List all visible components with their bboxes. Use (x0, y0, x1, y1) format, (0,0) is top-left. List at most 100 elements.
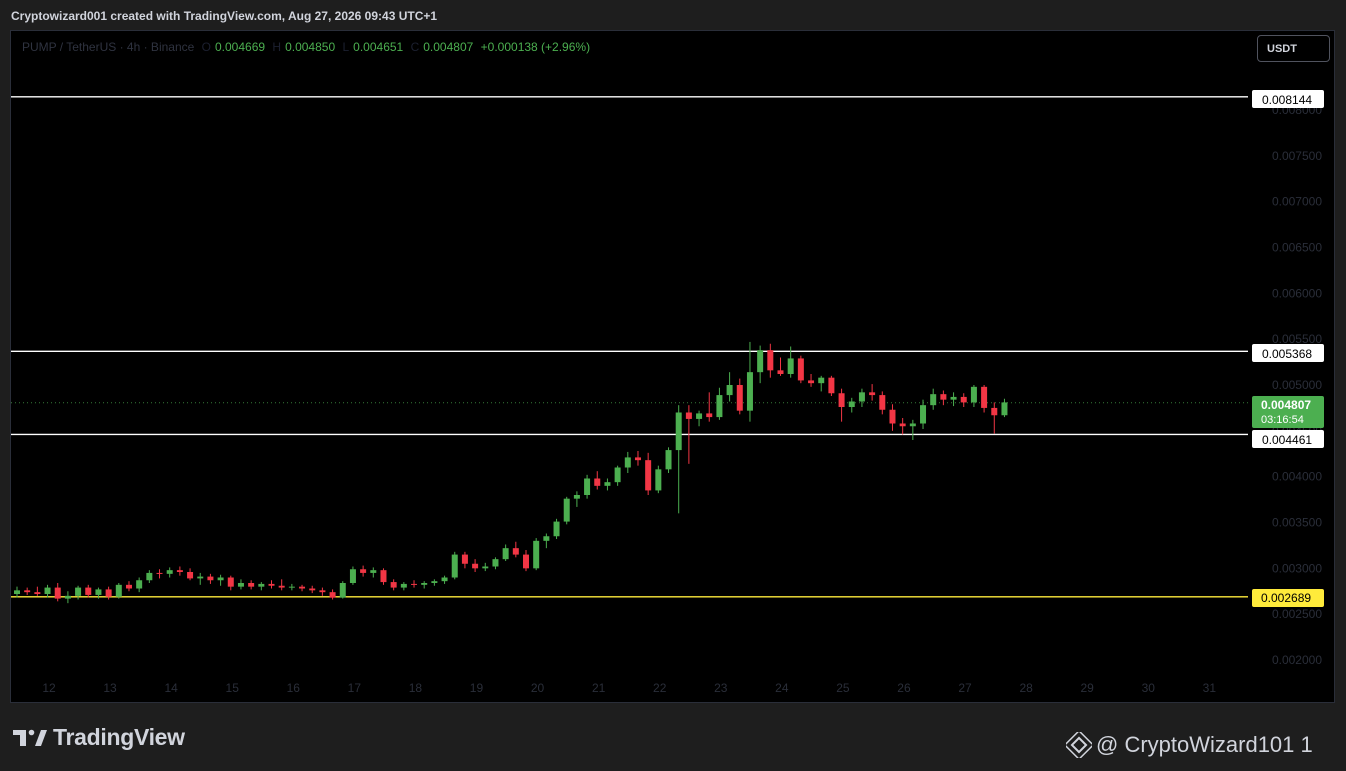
candle[interactable] (838, 388, 845, 422)
candle[interactable] (716, 387, 723, 420)
candle[interactable] (115, 583, 122, 599)
symbol-label[interactable]: PUMP / TetherUS · 4h · Binance (22, 40, 194, 54)
candle[interactable] (441, 575, 448, 584)
candle[interactable] (85, 584, 92, 598)
candle[interactable] (24, 587, 31, 595)
candle[interactable] (166, 567, 173, 578)
candle[interactable] (696, 410, 703, 427)
candle[interactable] (920, 399, 927, 429)
candle[interactable] (624, 451, 631, 473)
price-tag-support-mid: 0.004461 (1252, 430, 1324, 448)
candle[interactable] (400, 582, 407, 591)
candle[interactable] (54, 583, 61, 602)
candle[interactable] (940, 390, 947, 406)
candle[interactable] (523, 550, 529, 572)
candle[interactable] (461, 551, 468, 569)
candle[interactable] (777, 357, 784, 376)
candle[interactable] (380, 568, 387, 585)
candle[interactable] (604, 478, 611, 491)
candle[interactable] (614, 465, 621, 486)
candle[interactable] (187, 568, 194, 581)
candle[interactable] (858, 388, 865, 407)
candle[interactable] (645, 452, 652, 495)
candle[interactable] (899, 418, 906, 435)
candle[interactable] (288, 583, 295, 591)
candle[interactable] (533, 538, 540, 571)
candle[interactable] (675, 405, 682, 514)
candle[interactable] (105, 586, 112, 600)
candle[interactable] (767, 343, 774, 378)
candle[interactable] (563, 496, 570, 525)
candle[interactable] (349, 566, 356, 585)
candle[interactable] (411, 580, 418, 588)
candle[interactable] (553, 518, 560, 539)
candle[interactable] (706, 392, 713, 422)
candle[interactable] (309, 585, 316, 594)
candle[interactable] (573, 491, 580, 507)
candle-body (787, 358, 794, 374)
candle[interactable] (746, 341, 753, 422)
candle[interactable] (981, 385, 988, 413)
candle[interactable] (502, 544, 509, 562)
candle[interactable] (299, 584, 306, 592)
candle[interactable] (339, 581, 346, 599)
candle[interactable] (594, 471, 601, 490)
candle[interactable] (44, 584, 51, 598)
candle[interactable] (248, 580, 255, 590)
candle[interactable] (227, 575, 234, 591)
candle[interactable] (879, 391, 886, 415)
candle[interactable] (329, 589, 336, 600)
candle[interactable] (146, 570, 153, 583)
candle[interactable] (512, 541, 519, 558)
candle[interactable] (237, 579, 244, 590)
candle[interactable] (197, 572, 204, 585)
tradingview-logo[interactable]: TradingView (13, 724, 185, 751)
candle[interactable] (258, 582, 265, 591)
candle[interactable] (268, 580, 275, 589)
candle[interactable] (1001, 398, 1008, 418)
candle[interactable] (991, 402, 998, 434)
candle[interactable] (207, 573, 214, 584)
candle[interactable] (156, 569, 163, 579)
candle[interactable] (828, 375, 835, 396)
candle[interactable] (136, 577, 143, 593)
candle[interactable] (217, 574, 224, 586)
candle[interactable] (278, 579, 285, 591)
candle[interactable] (34, 586, 41, 596)
candle[interactable] (390, 579, 397, 591)
candle[interactable] (869, 384, 876, 401)
candle[interactable] (665, 447, 672, 473)
candle[interactable] (64, 591, 71, 604)
candle[interactable] (431, 579, 438, 586)
candle[interactable] (584, 474, 591, 499)
candle[interactable] (930, 388, 937, 410)
candle[interactable] (634, 451, 641, 466)
candle[interactable] (818, 375, 825, 392)
candle[interactable] (970, 385, 977, 407)
candle[interactable] (482, 562, 489, 572)
candle[interactable] (848, 397, 855, 413)
candle[interactable] (909, 419, 916, 440)
candle[interactable] (726, 372, 733, 402)
candle[interactable] (808, 374, 815, 387)
candle[interactable] (889, 404, 896, 431)
candle[interactable] (543, 533, 550, 549)
candlestick-chart[interactable]: 0.0080000.0075000.0070000.0065000.006000… (0, 0, 1346, 771)
candle[interactable] (797, 355, 804, 384)
candle[interactable] (960, 393, 967, 407)
candle[interactable] (125, 581, 132, 592)
candle[interactable] (319, 587, 326, 596)
candle[interactable] (757, 345, 764, 384)
candle[interactable] (370, 567, 377, 578)
candle[interactable] (736, 378, 743, 415)
candle[interactable] (950, 392, 957, 407)
candle[interactable] (14, 586, 20, 598)
candle[interactable] (360, 565, 367, 577)
candle[interactable] (492, 557, 499, 570)
candle[interactable] (451, 551, 458, 580)
currency-button[interactable]: USDT (1257, 35, 1330, 62)
candle[interactable] (655, 465, 662, 494)
candle[interactable] (176, 566, 183, 576)
candle[interactable] (472, 559, 479, 572)
candle[interactable] (421, 581, 428, 589)
